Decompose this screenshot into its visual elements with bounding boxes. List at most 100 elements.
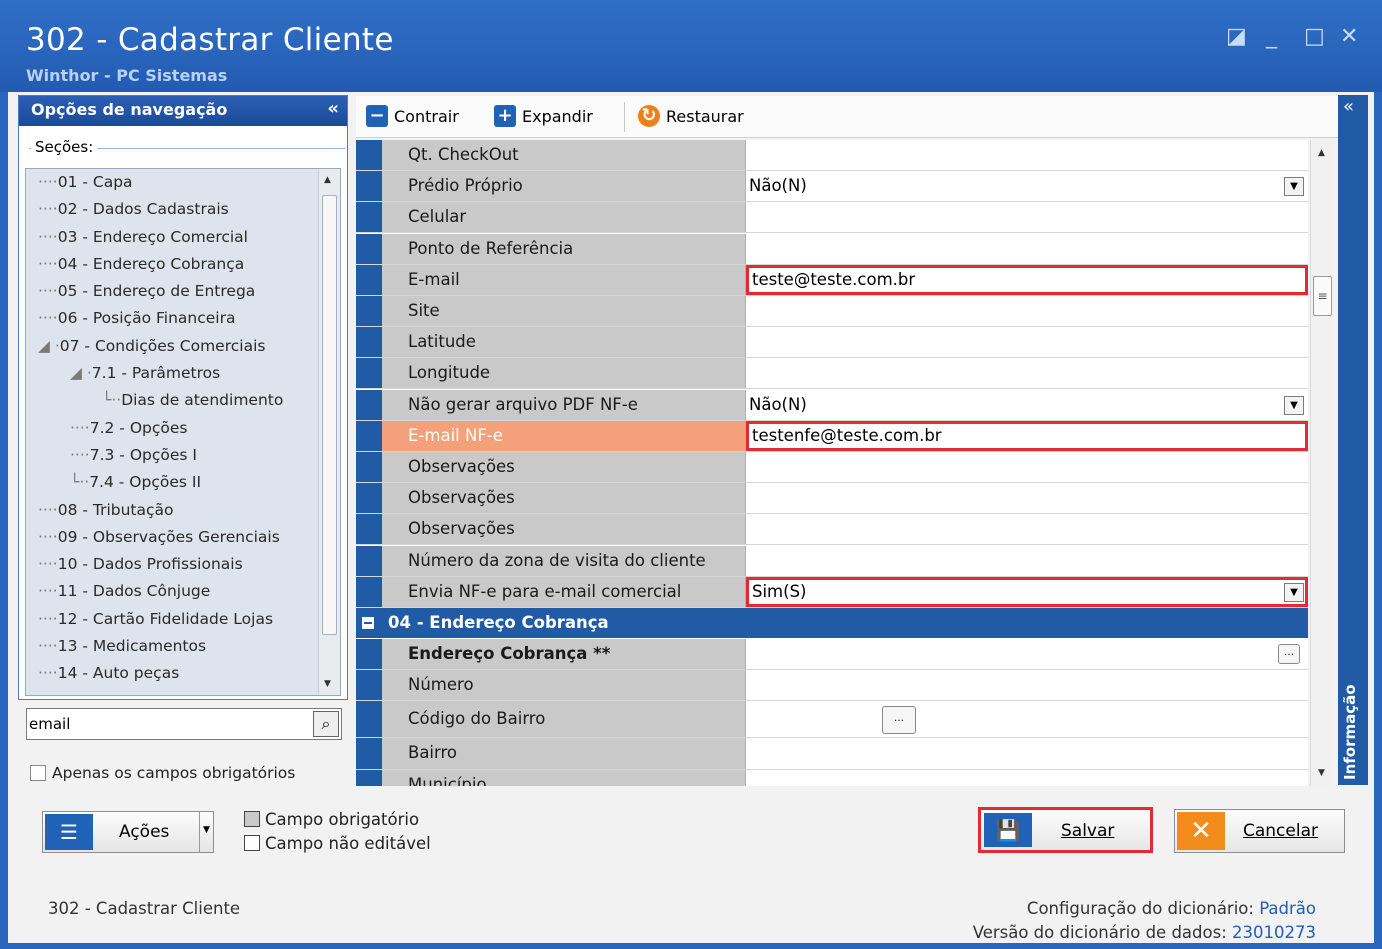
property-value[interactable] — [746, 234, 1308, 264]
tree-item[interactable]: ····7.3 - Opções I — [26, 442, 318, 469]
property-row: Longitude — [356, 358, 1308, 390]
property-value[interactable]: testenfe@teste.com.br — [746, 420, 1308, 451]
property-value[interactable] — [746, 202, 1308, 232]
section-header-cobranca[interactable]: 04 - Endereço Cobrança — [356, 608, 1308, 638]
property-value[interactable] — [746, 639, 1308, 669]
dictionary-config-label: Configuração do dicionário: — [1026, 899, 1254, 918]
tree-item[interactable]: ····08 - Tributação — [26, 497, 318, 524]
property-value[interactable] — [746, 546, 1308, 576]
actions-icon: ☰ — [45, 814, 93, 850]
property-value[interactable] — [746, 701, 1308, 737]
tree-item[interactable]: ····13 - Medicamentos — [26, 633, 318, 660]
property-value[interactable]: teste@teste.com.br — [746, 264, 1308, 295]
tree-item[interactable]: ····01 - Capa — [26, 169, 318, 196]
tree-item[interactable]: └··7.4 - Opções II — [26, 469, 318, 496]
property-value[interactable] — [746, 670, 1308, 700]
tree-connector: ◢ · — [70, 364, 92, 383]
only-required-option[interactable]: Apenas os campos obrigatórios — [30, 764, 295, 782]
row-gutter — [356, 514, 382, 545]
tree-scroll-thumb[interactable] — [322, 195, 337, 635]
dropdown-arrow-icon[interactable]: ▼ — [1284, 177, 1304, 197]
collapse-nav-icon[interactable]: « — [327, 98, 339, 119]
restore-button[interactable]: ↻ Restaurar — [638, 105, 744, 127]
tree-item[interactable]: ····14 - Auto peças — [26, 660, 318, 687]
grid-scrollbar[interactable]: ▲ ≡ ▼ — [1310, 140, 1334, 786]
row-gutter — [356, 452, 382, 482]
property-value[interactable]: Sim(S) — [746, 576, 1308, 607]
actions-dropdown-icon[interactable]: ▼ — [199, 812, 213, 852]
tree-item[interactable]: ····12 - Cartão Fidelidade Lojas — [26, 606, 318, 633]
row-gutter — [356, 738, 382, 769]
tree-item[interactable]: ◢ ·7.1 - Parâmetros — [26, 360, 318, 387]
property-value[interactable] — [746, 327, 1308, 357]
property-value[interactable] — [746, 770, 1308, 786]
property-label: Endereço Cobrança ** — [382, 639, 746, 670]
property-value[interactable] — [746, 358, 1308, 388]
collapse-info-icon[interactable]: « — [1343, 96, 1354, 117]
property-value[interactable] — [746, 296, 1308, 326]
property-value[interactable] — [746, 738, 1308, 768]
maximize-icon[interactable]: □ — [1304, 24, 1325, 49]
legend-required: Campo obrigatório — [244, 810, 419, 829]
tree-item[interactable]: ····06 - Posição Financeira — [26, 305, 318, 332]
row-gutter — [356, 327, 382, 358]
tree-item[interactable]: ····7.2 - Opções — [26, 415, 318, 442]
actions-button[interactable]: ☰ Ações ▼ — [42, 811, 214, 853]
tree-connector: ···· — [38, 500, 58, 519]
property-row: Número da zona de visita do cliente — [356, 545, 1308, 577]
cancel-button[interactable]: ✕ Cancelar — [1174, 809, 1345, 853]
grid-scroll-up-icon[interactable]: ▲ — [1318, 148, 1325, 158]
row-gutter — [356, 358, 382, 389]
tree-item-label: 14 - Auto peças — [57, 664, 180, 683]
row-gutter — [356, 639, 382, 670]
property-value[interactable]: Não(N) — [746, 390, 1308, 420]
row-gutter — [356, 420, 382, 451]
collapse-section-icon[interactable] — [362, 617, 374, 629]
only-required-label: Apenas os campos obrigatórios — [52, 764, 296, 782]
tree-item[interactable]: └··Dias de atendimento — [26, 387, 318, 414]
dictionary-version: Versão do dicionário de dados: 23010273 — [973, 923, 1316, 942]
property-row: E-mail teste@teste.com.br — [356, 264, 1308, 296]
dictionary-version-label: Versão do dicionário de dados: — [972, 923, 1227, 942]
tree-item[interactable]: ····03 - Endereço Comercial — [26, 224, 318, 251]
tree-item[interactable]: ····11 - Dados Cônjuge — [26, 578, 318, 605]
grid-scroll-thumb[interactable]: ≡ — [1313, 276, 1332, 316]
lookup-button[interactable]: … — [1278, 644, 1300, 664]
property-value[interactable]: Não(N) — [746, 171, 1308, 201]
tree-item[interactable]: ····04 - Endereço Cobrança — [26, 251, 318, 278]
tree-item[interactable]: ····10 - Dados Profissionais — [26, 551, 318, 578]
tree-scrollbar[interactable]: ▲ ▼ — [318, 169, 340, 695]
tree-item-label: 7.2 - Opções — [89, 418, 188, 437]
save-button[interactable]: 💾 Salvar — [978, 807, 1153, 853]
expand-button[interactable]: + Expandir — [494, 105, 593, 127]
tree-item[interactable]: ····02 - Dados Cadastrais — [26, 196, 318, 223]
property-value[interactable] — [746, 452, 1308, 482]
tree-item[interactable]: ····05 - Endereço de Entrega — [26, 278, 318, 305]
collapse-button[interactable]: − Contrair — [366, 105, 459, 127]
property-value[interactable] — [746, 514, 1308, 544]
close-icon[interactable]: ✕ — [1340, 24, 1358, 49]
restore-window-icon[interactable]: ◪ — [1226, 24, 1247, 49]
property-row: Qt. CheckOut — [356, 140, 1308, 171]
property-row: Envia NF-e para e-mail comercial Sim(S) ▼ — [356, 576, 1308, 608]
only-required-checkbox[interactable] — [30, 765, 46, 781]
lookup-button[interactable]: … — [882, 706, 916, 735]
property-label: Envia NF-e para e-mail comercial — [382, 576, 746, 607]
property-value[interactable] — [746, 140, 1308, 170]
toolbar: − Contrair + Expandir ↻ Restaurar — [356, 96, 1338, 138]
dropdown-arrow-icon[interactable]: ▼ — [1284, 395, 1304, 415]
dropdown-arrow-icon[interactable]: ▼ — [1284, 582, 1304, 602]
scroll-up-icon[interactable]: ▲ — [324, 175, 331, 185]
tree-item-label: Dias de atendimento — [121, 391, 284, 410]
property-label: Qt. CheckOut — [382, 140, 746, 170]
tree-connector: ···· — [70, 445, 90, 464]
minimize-icon[interactable]: _ — [1266, 24, 1277, 49]
grid-scroll-down-icon[interactable]: ▼ — [1318, 768, 1325, 778]
tree-item[interactable]: ····09 - Observações Gerenciais — [26, 524, 318, 551]
scroll-down-icon[interactable]: ▼ — [324, 679, 331, 689]
search-icon[interactable]: ⌕ — [313, 711, 339, 737]
search-input[interactable] — [27, 709, 307, 739]
property-value[interactable] — [746, 483, 1308, 513]
tree-item[interactable]: ◢ ·07 - Condições Comerciais — [26, 333, 318, 360]
tree-connector: ···· — [38, 200, 58, 219]
